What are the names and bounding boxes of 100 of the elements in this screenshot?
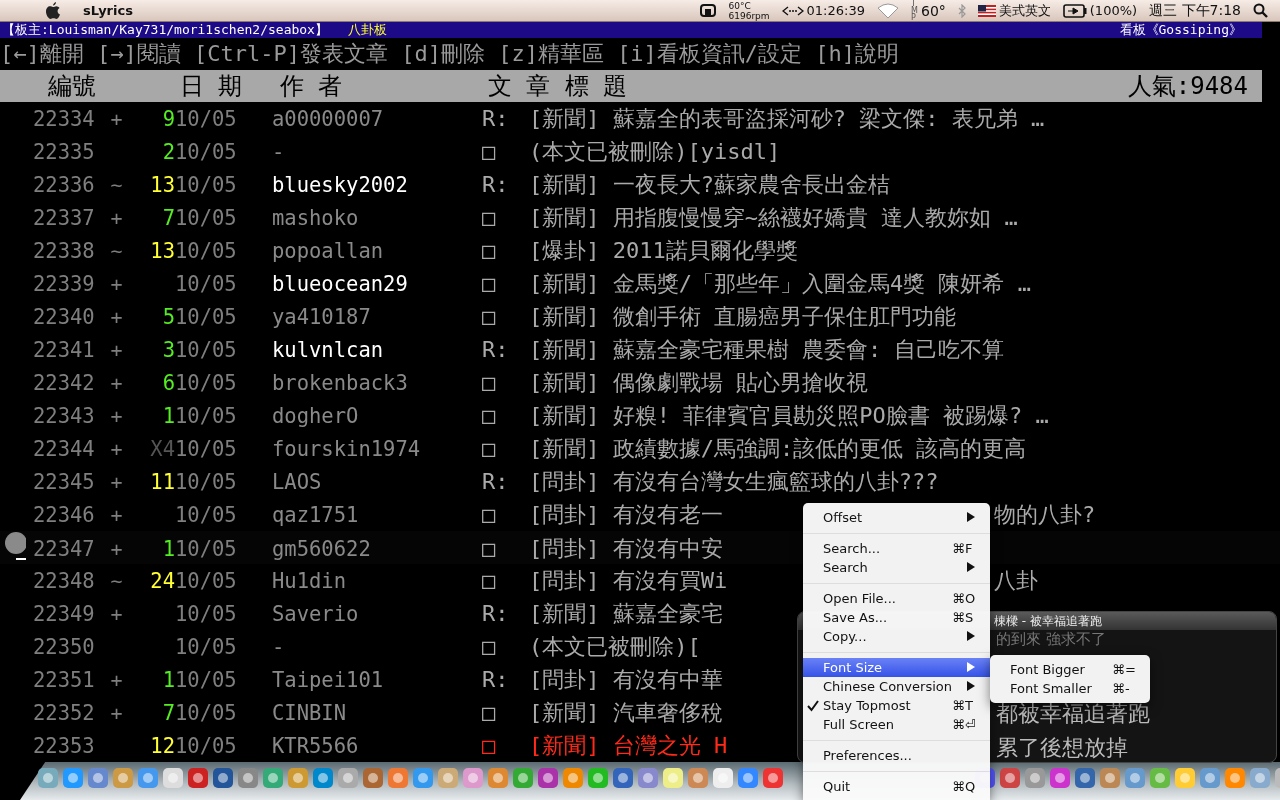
menu-item[interactable]: Copy... [803,627,990,646]
author-id: - [272,139,285,164]
article-title[interactable]: [爆卦] 2011諾貝爾化學獎 [529,235,798,266]
battery-icon[interactable] [1062,3,1087,18]
cpu-temperature: 60°C [728,0,752,11]
article-title[interactable]: [新聞] 用指腹慢慢穿~絲襪好嬌貴 達人教妳如 … [529,202,1018,233]
lyric-line: 都被幸福追著跑 [996,700,1150,728]
article-title[interactable]: [新聞] 蘇嘉全豪宅種果樹 農委會: 自己吃不算 [529,334,1005,365]
status-mark: + [110,536,123,561]
menu-item[interactable]: Font Size [803,658,990,677]
status-mark: + [110,469,123,494]
author-id: KTR5566 [272,733,359,758]
article-number: 22352 [33,700,95,725]
popularity-count: 人氣:9484 [1127,71,1248,102]
article-number: 22349 [33,601,95,626]
menu-item[interactable]: Chinese Conversion [803,677,990,696]
reply-marker: □ [482,700,496,725]
menu-item[interactable]: Open File... ⌘O [803,589,990,608]
push-count: 7 [162,700,175,725]
article-title[interactable]: [新聞] 金馬獎/「那些年」入圍金馬4獎 陳妍希 … [529,268,1031,299]
column-header: 日 期 [180,71,244,102]
article-title[interactable]: [問卦] 有沒有買Wi [529,565,728,596]
status-mark: + [110,106,123,131]
author-id: gm560622 [272,536,371,561]
article-title[interactable]: (本文已被刪除)[ [529,631,701,662]
board-name: 八卦板 [347,21,387,39]
article-title[interactable]: [新聞] 偶像劇戰場 貼心男搶收視 [529,367,868,398]
article-title[interactable]: [問卦] 有沒有中安 [529,533,723,564]
article-title[interactable]: [新聞] 政績數據/馬強調:該低的更低 該高的更高 [529,433,1027,464]
reply-marker: □ [482,304,496,329]
temperature: 60° [920,2,946,19]
article-number: 22348 [33,568,95,593]
push-count: 2 [162,139,175,164]
article-title[interactable]: [新聞] 蘇嘉全的表哥盜採河砂? 梁文傑: 表兄弟 … [529,103,1045,134]
menu-item[interactable]: Preferences... [803,746,990,765]
menu-item[interactable]: Font Smaller ⌘- [990,679,1150,698]
article-title[interactable]: [問卦] 有沒有老一 [529,499,723,530]
reply-marker: R: [482,106,509,131]
menu-item[interactable]: Full Screen ⌘⏎ [803,715,990,734]
menu-item[interactable]: Offset [803,508,990,527]
timer-icon [781,5,804,16]
menu-item[interactable]: Quit ⌘Q [803,777,990,796]
menu-item[interactable]: Stay Topmost ⌘T [803,696,990,715]
author-id: kulvnlcan [272,337,384,362]
article-title[interactable]: [新聞] 台灣之光 H [529,730,728,761]
flag-icon[interactable] [977,4,996,17]
article-title[interactable]: (本文已被刪除)[yisdl] [529,136,781,167]
menu-item[interactable]: Search... ⌘F [803,539,990,558]
menu-item[interactable]: Font Bigger ⌘= [990,660,1150,679]
push-count: 1 [162,536,175,561]
article-title[interactable]: [新聞] 一夜長大?蘇家農舍長出金桔 [529,169,890,200]
post-date: 10/05 [175,205,237,230]
search-icon[interactable] [1253,3,1268,18]
post-date: 10/05 [175,700,237,725]
status-mark: ~ [110,238,123,263]
article-title[interactable]: 物的八卦? [994,499,1096,530]
push-count: 9 [162,106,175,131]
article-title[interactable]: 八卦 [994,565,1038,596]
status-mark: + [110,667,123,692]
article-title[interactable]: [問卦] 有沒有台灣女生瘋籃球的八卦??? [529,466,939,497]
reply-marker: □ [482,370,496,395]
app-icon[interactable] [36,766,60,790]
app-menu[interactable]: sLyrics [83,3,133,18]
post-date: 10/05 [175,271,237,296]
monitor-icon[interactable] [700,3,717,18]
article-title[interactable]: [新聞] 汽車奢侈稅 [529,697,723,728]
bluetooth-icon[interactable] [957,3,966,18]
article-number: 22343 [33,403,95,428]
author-id: LAOS [272,469,322,494]
post-date: 10/05 [175,304,237,329]
push-count: 12 [150,733,175,758]
article-number: 22340 [33,304,95,329]
article-number: 22346 [33,502,95,527]
article-title[interactable]: [新聞] 好糗! 菲律賓官員勘災照PO臉書 被踢爆? … [529,400,1049,431]
push-count: 1 [162,667,175,692]
article-title[interactable]: [問卦] 有沒有中華 [529,664,723,695]
article-number: 22336 [33,172,95,197]
menu-item[interactable]: Search [803,558,990,577]
article-title[interactable]: [新聞] 微創手術 直腸癌男子保住肛門功能 [529,301,956,332]
reply-marker: R: [482,601,509,626]
song-title: 棟樑 - 被幸福追著跑 [994,613,1102,630]
post-date: 10/05 [175,172,237,197]
author-id: mashoko [272,205,359,230]
input-source[interactable]: 美式英文 [998,1,1051,20]
help-line: [←]離開 [→]閱讀 [Ctrl-P]發表文章 [d]刪除 [z]精華區 [i]看板資訊/設定 [h]說明 [0,40,901,68]
reply-marker: □ [482,568,496,593]
reply-marker: □ [482,205,496,230]
push-count: 13 [150,172,175,197]
clock[interactable]: 週三 下午7:18 [1149,1,1241,20]
wifi-icon[interactable] [876,2,899,19]
apple-menu-icon[interactable] [45,1,61,20]
post-date: 10/05 [175,733,237,758]
reply-marker: □ [482,436,496,461]
reply-marker: □ [482,271,496,296]
post-date: 10/05 [175,601,237,626]
article-number: 22334 [33,106,95,131]
column-header: 作 者 [280,71,344,102]
article-title[interactable]: [新聞] 蘇嘉全豪宅 [529,598,723,629]
article-number: 22351 [33,667,95,692]
menu-item[interactable]: Save As... ⌘S [803,608,990,627]
